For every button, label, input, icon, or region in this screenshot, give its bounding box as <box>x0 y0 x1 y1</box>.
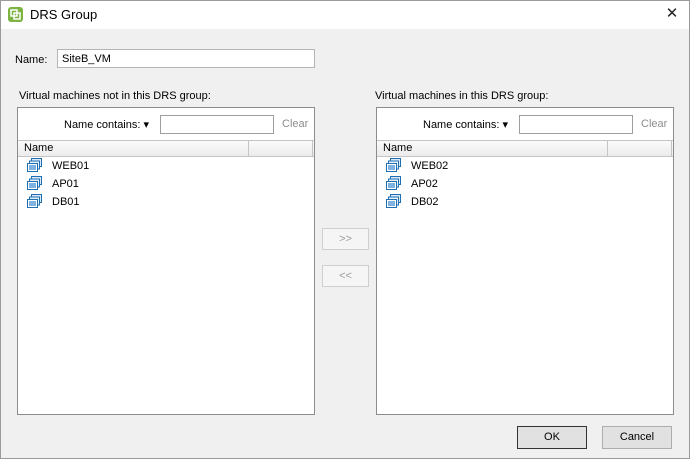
list-item[interactable]: DB01 <box>18 193 314 211</box>
column-divider <box>312 141 313 156</box>
vm-icon <box>27 158 42 173</box>
cancel-button[interactable]: Cancel <box>602 426 672 449</box>
vm-name: DB01 <box>52 196 80 208</box>
vm-name: DB02 <box>411 196 439 208</box>
column-header-name: Name <box>383 142 413 154</box>
column-divider[interactable] <box>248 141 249 156</box>
column-divider[interactable] <box>607 141 608 156</box>
list-item[interactable]: WEB02 <box>377 157 673 175</box>
list-item[interactable]: AP02 <box>377 175 673 193</box>
column-divider <box>671 141 672 156</box>
vm-name: WEB02 <box>411 160 449 172</box>
vm-icon <box>386 176 401 191</box>
vms-in-group-panel: Name contains: ▾ Clear Name WEB02 AP02 D… <box>376 107 674 415</box>
list-item[interactable]: AP01 <box>18 175 314 193</box>
vms-not-in-group-panel: Name contains: ▾ Clear Name WEB01 AP01 D… <box>17 107 315 415</box>
left-filter-input[interactable] <box>160 115 274 134</box>
remove-from-group-button[interactable]: << <box>322 265 369 287</box>
vm-name: AP01 <box>52 178 79 190</box>
ok-button[interactable]: OK <box>517 426 587 449</box>
list-item[interactable]: WEB01 <box>18 157 314 175</box>
right-clear-link[interactable]: Clear <box>641 118 667 130</box>
left-panel-label: Virtual machines not in this DRS group: <box>19 90 211 102</box>
name-label: Name: <box>15 54 48 66</box>
vm-icon <box>386 194 401 209</box>
vm-icon <box>386 158 401 173</box>
vm-icon <box>27 176 42 191</box>
column-header-name: Name <box>24 142 54 154</box>
right-panel-label: Virtual machines in this DRS group: <box>375 90 549 102</box>
add-to-group-button[interactable]: >> <box>322 228 369 250</box>
name-contains-dropdown[interactable]: Name contains: ▾ <box>423 118 508 131</box>
close-icon[interactable]: ✕ <box>661 4 683 24</box>
right-filter-input[interactable] <box>519 115 633 134</box>
app-icon <box>8 7 23 22</box>
left-clear-link[interactable]: Clear <box>282 118 308 130</box>
list-item[interactable]: DB02 <box>377 193 673 211</box>
drs-group-dialog: DRS Group ✕ Name: Virtual machines not i… <box>0 0 690 459</box>
filter-row: Name contains: ▾ Clear <box>18 108 314 140</box>
name-contains-dropdown[interactable]: Name contains: ▾ <box>64 118 149 131</box>
title-bar: DRS Group ✕ <box>1 1 689 29</box>
group-name-input[interactable] <box>57 49 315 68</box>
column-header[interactable]: Name <box>377 140 673 157</box>
vm-icon <box>27 194 42 209</box>
vm-name: WEB01 <box>52 160 90 172</box>
column-header[interactable]: Name <box>18 140 314 157</box>
right-vm-list: WEB02 AP02 DB02 <box>377 157 673 211</box>
filter-row: Name contains: ▾ Clear <box>377 108 673 140</box>
vm-name: AP02 <box>411 178 438 190</box>
window-title: DRS Group <box>30 7 98 22</box>
left-vm-list: WEB01 AP01 DB01 <box>18 157 314 211</box>
